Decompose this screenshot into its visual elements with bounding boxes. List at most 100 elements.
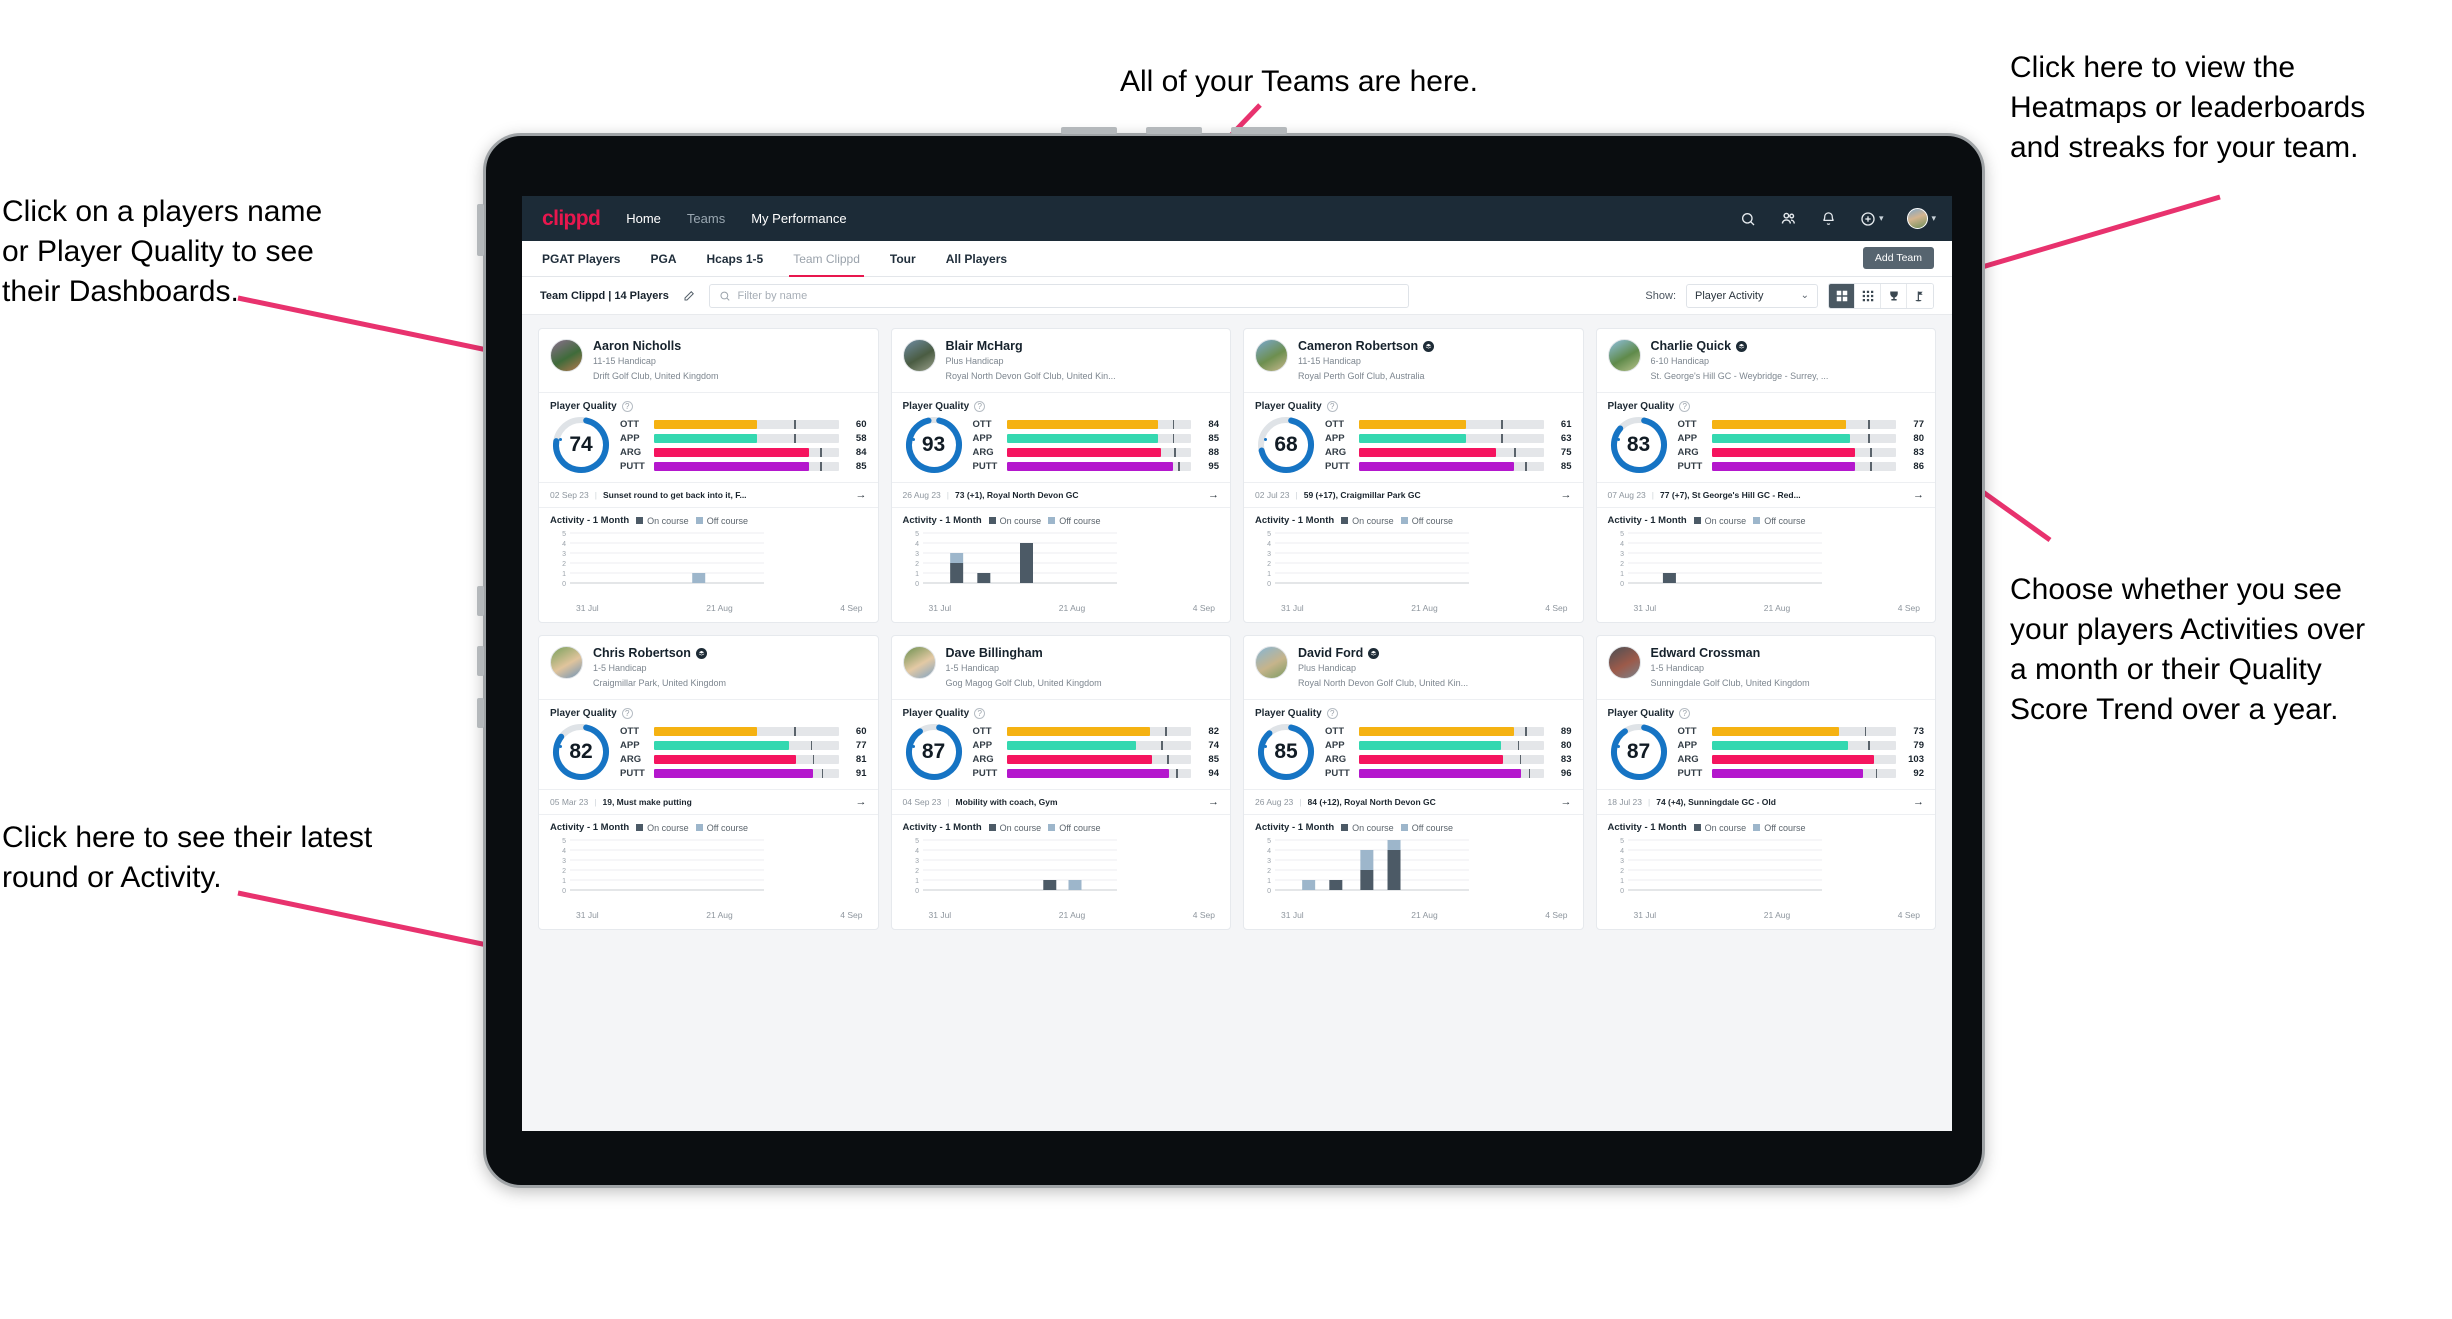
latest-round-row[interactable]: 26 Aug 23 | 73 (+1), Royal North Devon G…	[891, 482, 1230, 509]
player-card-header[interactable]: Edward Crossman 1-5 Handicap Sunningdale…	[1596, 636, 1935, 701]
flag-view-icon[interactable]	[1907, 283, 1933, 308]
player-name[interactable]: Charlie Quick	[1651, 339, 1732, 353]
player-card-header[interactable]: Blair McHarg Plus Handicap Royal North D…	[891, 329, 1230, 394]
arrow-right-icon[interactable]: →	[856, 489, 867, 501]
grid-view-icon[interactable]	[1829, 283, 1855, 308]
player-card[interactable]: Edward Crossman 1-5 Handicap Sunningdale…	[1595, 635, 1936, 931]
player-name[interactable]: Blair McHarg	[946, 339, 1023, 353]
player-name[interactable]: Edward Crossman	[1651, 646, 1761, 660]
help-icon[interactable]: ?	[1326, 401, 1338, 413]
player-card-header[interactable]: Cameron Robertson 11-15 Handicap Royal P…	[1244, 329, 1583, 394]
quality-ring-wrapper[interactable]: 83	[1608, 414, 1670, 476]
player-quality-section[interactable]: Player Quality ? 93 OTT 84 APP 85 ARG 88…	[892, 393, 1231, 482]
quality-ring-wrapper[interactable]: 82	[550, 721, 612, 783]
latest-round-row[interactable]: 04 Sep 23 | Mobility with coach, Gym →	[891, 789, 1230, 816]
avatar[interactable]	[902, 646, 936, 680]
player-name[interactable]: David Ford	[1298, 646, 1363, 660]
player-card-header[interactable]: Aaron Nicholls 11-15 Handicap Drift Golf…	[539, 329, 878, 394]
player-quality-section[interactable]: Player Quality ? 83 OTT 77 APP 80 ARG 83…	[1597, 393, 1936, 482]
tab-pga[interactable]: PGA	[650, 241, 676, 277]
tab-hcaps-1-5[interactable]: Hcaps 1-5	[707, 241, 764, 277]
player-card[interactable]: Cameron Robertson 11-15 Handicap Royal P…	[1243, 328, 1584, 624]
tab-pgat-players[interactable]: PGAT Players	[542, 241, 620, 277]
player-name[interactable]: Dave Billingham	[946, 646, 1043, 660]
arrow-right-icon[interactable]: →	[1208, 796, 1219, 808]
player-name[interactable]: Chris Robertson	[593, 646, 691, 660]
latest-round-row[interactable]: 02 Sep 23 | Sunset round to get back int…	[539, 482, 878, 509]
help-icon[interactable]: ?	[621, 708, 633, 720]
player-quality-section[interactable]: Player Quality ? 82 OTT 60 APP 77 ARG 81…	[539, 700, 878, 789]
avatar[interactable]	[1255, 339, 1288, 372]
arrow-right-icon[interactable]: →	[1913, 489, 1924, 501]
player-card-header[interactable]: David Ford Plus Handicap Royal North Dev…	[1244, 636, 1583, 701]
arrow-right-icon[interactable]: →	[856, 796, 867, 808]
arrow-right-icon[interactable]: →	[1561, 796, 1572, 808]
player-card[interactable]: Blair McHarg Plus Handicap Royal North D…	[890, 328, 1231, 624]
player-card[interactable]: Aaron Nicholls 11-15 Handicap Drift Golf…	[538, 328, 879, 624]
arrow-right-icon[interactable]: →	[1208, 489, 1219, 501]
dense-grid-view-icon[interactable]	[1855, 283, 1881, 308]
player-card-header[interactable]: Chris Robertson 1-5 Handicap Craigmillar…	[539, 636, 878, 701]
latest-round-row[interactable]: 05 Mar 23 | 19, Must make putting →	[539, 789, 878, 816]
player-name-row[interactable]: Aaron Nicholls	[593, 339, 719, 353]
clippd-logo[interactable]: clippd	[542, 207, 601, 231]
quality-ring-wrapper[interactable]: 87	[1608, 721, 1670, 783]
quality-ring-wrapper[interactable]: 74	[550, 414, 612, 476]
player-quality-section[interactable]: Player Quality ? 85 OTT 89 APP 80 ARG 83…	[1244, 700, 1583, 789]
player-card-header[interactable]: Charlie Quick 6-10 Handicap St. George's…	[1596, 329, 1935, 394]
search-icon[interactable]	[1740, 211, 1756, 227]
help-icon[interactable]: ?	[974, 708, 986, 720]
avatar[interactable]	[550, 339, 583, 372]
player-name-row[interactable]: Dave Billingham	[946, 646, 1102, 660]
avatar[interactable]	[550, 646, 583, 680]
player-card[interactable]: David Ford Plus Handicap Royal North Dev…	[1243, 635, 1584, 931]
player-card[interactable]: Charlie Quick 6-10 Handicap St. George's…	[1595, 328, 1936, 624]
pencil-icon[interactable]	[679, 286, 699, 306]
avatar[interactable]	[1607, 339, 1641, 372]
player-card[interactable]: Dave Billingham 1-5 Handicap Gog Magog G…	[890, 635, 1231, 931]
help-icon[interactable]: ?	[621, 401, 633, 413]
nav-link-my-performance[interactable]: My Performance	[751, 211, 846, 226]
player-name[interactable]: Aaron Nicholls	[593, 339, 681, 353]
player-name[interactable]: Cameron Robertson	[1298, 339, 1418, 353]
latest-round-row[interactable]: 07 Aug 23 | 77 (+7), St George's Hill GC…	[1596, 482, 1935, 509]
nav-link-teams[interactable]: Teams	[687, 211, 725, 226]
show-select[interactable]: Player Activity ⌄	[1686, 283, 1818, 308]
bell-icon[interactable]	[1821, 211, 1836, 226]
player-name-row[interactable]: Charlie Quick	[1651, 339, 1829, 353]
add-team-button[interactable]: Add Team	[1862, 247, 1934, 269]
player-quality-section[interactable]: Player Quality ? 87 OTT	[1597, 700, 1936, 789]
player-quality-section[interactable]: Player Quality ? 68 OTT 61 APP 63 ARG 75…	[1244, 393, 1583, 482]
plus-circle-icon[interactable]: ▾	[1860, 211, 1883, 227]
quality-ring-wrapper[interactable]: 85	[1255, 721, 1317, 783]
tab-all-players[interactable]: All Players	[946, 241, 1007, 277]
player-card[interactable]: Chris Robertson 1-5 Handicap Craigmillar…	[538, 635, 879, 931]
help-icon[interactable]: ?	[1679, 401, 1691, 413]
search-input-wrapper[interactable]	[708, 283, 1409, 308]
latest-round-row[interactable]: 18 Jul 23 | 74 (+4), Sunningdale GC - Ol…	[1596, 789, 1935, 816]
trophy-view-icon[interactable]	[1881, 283, 1907, 308]
player-card-header[interactable]: Dave Billingham 1-5 Handicap Gog Magog G…	[891, 636, 1230, 701]
player-quality-section[interactable]: Player Quality ? 74 OTT 60 APP 58 ARG 84…	[539, 393, 878, 482]
help-icon[interactable]: ?	[1326, 708, 1338, 720]
player-name-row[interactable]: Edward Crossman	[1651, 646, 1810, 660]
latest-round-row[interactable]: 02 Jul 23 | 59 (+17), Craigmillar Park G…	[1244, 482, 1583, 509]
arrow-right-icon[interactable]: →	[1913, 796, 1924, 808]
player-name-row[interactable]: Cameron Robertson	[1298, 339, 1435, 353]
tab-team-clippd[interactable]: Team Clippd	[789, 241, 864, 277]
player-name-row[interactable]: Blair McHarg	[946, 339, 1116, 353]
quality-ring-wrapper[interactable]: 93	[903, 414, 965, 476]
avatar[interactable]	[1607, 646, 1641, 680]
avatar[interactable]	[902, 339, 936, 372]
latest-round-row[interactable]: 26 Aug 23 | 84 (+12), Royal North Devon …	[1244, 789, 1583, 816]
avatar[interactable]: ▾	[1907, 208, 1936, 229]
tab-tour[interactable]: Tour	[890, 241, 916, 277]
player-name-row[interactable]: David Ford	[1298, 646, 1468, 660]
player-quality-section[interactable]: Player Quality ? 87 OTT	[892, 700, 1231, 789]
player-name-row[interactable]: Chris Robertson	[593, 646, 726, 660]
help-icon[interactable]: ?	[1679, 708, 1691, 720]
nav-link-home[interactable]: Home	[626, 211, 661, 226]
quality-ring-wrapper[interactable]: 68	[1255, 414, 1317, 476]
avatar[interactable]	[1255, 646, 1288, 680]
arrow-right-icon[interactable]: →	[1561, 489, 1572, 501]
